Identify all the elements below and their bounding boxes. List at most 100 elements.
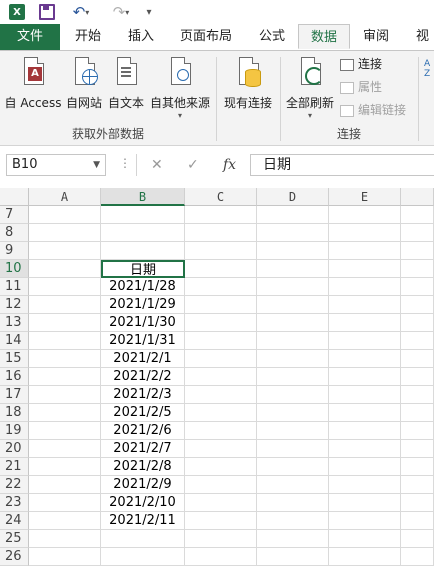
cell-e[interactable] <box>329 404 401 422</box>
cell-a[interactable] <box>29 296 101 314</box>
cell-f[interactable] <box>401 422 434 440</box>
chevron-down-icon[interactable]: ▼ <box>93 155 100 175</box>
cell-b[interactable]: 2021/2/7 <box>101 440 185 458</box>
tab-review[interactable]: 审阅 <box>350 24 402 50</box>
cell-d[interactable] <box>257 494 329 512</box>
cell-b[interactable]: 2021/2/2 <box>101 368 185 386</box>
cell-c[interactable] <box>185 386 257 404</box>
cell-a[interactable] <box>29 278 101 296</box>
tab-formulas[interactable]: 公式 <box>246 24 298 50</box>
cell-f[interactable] <box>401 386 434 404</box>
select-all-corner[interactable] <box>0 188 29 206</box>
cell-d[interactable] <box>257 224 329 242</box>
row-header[interactable]: 7 <box>0 206 29 224</box>
cell-c[interactable] <box>185 404 257 422</box>
cell-a[interactable] <box>29 422 101 440</box>
from-access-button[interactable]: A 自 Access <box>4 53 62 115</box>
name-box[interactable]: B10 ▼ <box>6 154 106 176</box>
column-header-e[interactable]: E <box>329 188 401 206</box>
cell-e[interactable] <box>329 548 401 566</box>
cell-e[interactable] <box>329 530 401 548</box>
cell-a[interactable] <box>29 440 101 458</box>
cell-e[interactable] <box>329 350 401 368</box>
cell-d[interactable] <box>257 368 329 386</box>
row-header[interactable]: 18 <box>0 404 29 422</box>
cell-f[interactable] <box>401 476 434 494</box>
cell-b[interactable]: 2021/2/11 <box>101 512 185 530</box>
cell-f[interactable] <box>401 458 434 476</box>
cell-b[interactable] <box>101 548 185 566</box>
cell-d[interactable] <box>257 386 329 404</box>
cell-d[interactable] <box>257 440 329 458</box>
customize-qat-icon[interactable]: ▾ <box>142 3 156 21</box>
cell-c[interactable] <box>185 224 257 242</box>
row-header[interactable]: 13 <box>0 314 29 332</box>
undo-icon[interactable]: ↶ ▾ <box>66 3 96 21</box>
cell-c[interactable] <box>185 548 257 566</box>
cell-c[interactable] <box>185 314 257 332</box>
cell-b[interactable]: 2021/2/9 <box>101 476 185 494</box>
cell-b[interactable]: 2021/2/3 <box>101 386 185 404</box>
cell-c[interactable] <box>185 530 257 548</box>
cell-d[interactable] <box>257 404 329 422</box>
cell-c[interactable] <box>185 278 257 296</box>
cell-a[interactable] <box>29 386 101 404</box>
cell-a[interactable] <box>29 530 101 548</box>
cell-d[interactable] <box>257 350 329 368</box>
cell-b[interactable] <box>101 242 185 260</box>
cell-d[interactable] <box>257 548 329 566</box>
cell-f[interactable] <box>401 494 434 512</box>
cell-f[interactable] <box>401 368 434 386</box>
cell-c[interactable] <box>185 350 257 368</box>
from-text-button[interactable]: 自文本 <box>106 53 146 115</box>
from-web-button[interactable]: 自网站 <box>64 53 104 115</box>
insert-function-icon[interactable]: fx <box>223 154 236 176</box>
row-header[interactable]: 24 <box>0 512 29 530</box>
from-other-sources-button[interactable]: 自其他来源 ▾ <box>148 53 212 120</box>
row-header[interactable]: 25 <box>0 530 29 548</box>
row-header[interactable]: 15 <box>0 350 29 368</box>
row-header[interactable]: 14 <box>0 332 29 350</box>
cell-f[interactable] <box>401 242 434 260</box>
cell-c[interactable] <box>185 440 257 458</box>
edit-links-button[interactable]: 编辑链接 <box>340 101 406 119</box>
cell-a[interactable] <box>29 224 101 242</box>
properties-button[interactable]: 属性 <box>340 78 382 96</box>
cell-d[interactable] <box>257 530 329 548</box>
cell-d[interactable] <box>257 296 329 314</box>
row-header[interactable]: 8 <box>0 224 29 242</box>
cell-a[interactable] <box>29 206 101 224</box>
cell-e[interactable] <box>329 242 401 260</box>
cell-a[interactable] <box>29 458 101 476</box>
sort-az-icon[interactable]: A Z <box>424 59 434 77</box>
cell-c[interactable] <box>185 422 257 440</box>
cell-a[interactable] <box>29 350 101 368</box>
cell-d[interactable] <box>257 332 329 350</box>
cell-b[interactable]: 2021/2/6 <box>101 422 185 440</box>
column-header-c[interactable]: C <box>185 188 257 206</box>
cell-e[interactable] <box>329 476 401 494</box>
cell-a[interactable] <box>29 368 101 386</box>
cell-a[interactable] <box>29 260 101 278</box>
cell-f[interactable] <box>401 296 434 314</box>
redo-icon[interactable]: ↷ ▾ <box>106 3 136 21</box>
cell-b[interactable]: 日期 <box>101 260 185 278</box>
cell-e[interactable] <box>329 296 401 314</box>
tab-insert[interactable]: 插入 <box>116 24 166 50</box>
tab-file[interactable]: 文件 <box>0 24 60 50</box>
cell-f[interactable] <box>401 530 434 548</box>
row-header[interactable]: 9 <box>0 242 29 260</box>
cell-f[interactable] <box>401 332 434 350</box>
cell-e[interactable] <box>329 386 401 404</box>
row-header[interactable]: 22 <box>0 476 29 494</box>
cell-f[interactable] <box>401 350 434 368</box>
cell-f[interactable] <box>401 512 434 530</box>
cell-b[interactable]: 2021/2/5 <box>101 404 185 422</box>
cell-f[interactable] <box>401 548 434 566</box>
cell-e[interactable] <box>329 224 401 242</box>
cancel-icon[interactable]: ✕ <box>151 154 163 176</box>
cell-b[interactable] <box>101 530 185 548</box>
cell-a[interactable] <box>29 404 101 422</box>
cell-e[interactable] <box>329 278 401 296</box>
row-header[interactable]: 12 <box>0 296 29 314</box>
